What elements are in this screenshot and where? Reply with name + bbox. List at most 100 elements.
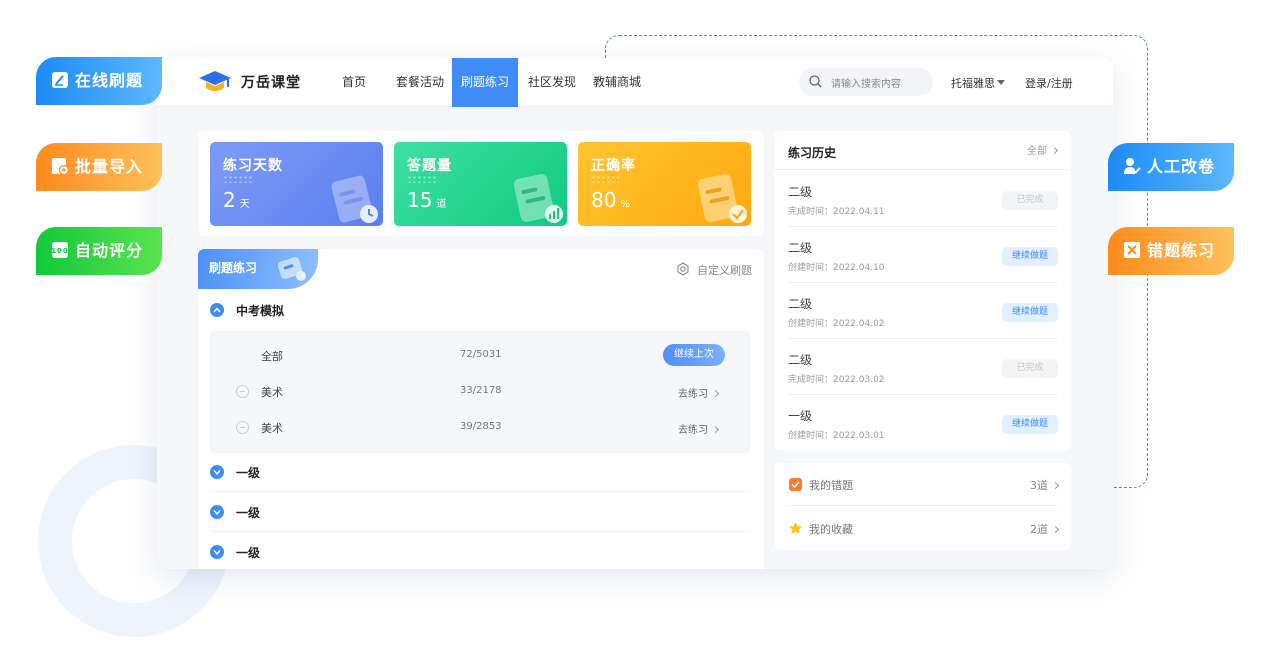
stat-value: 80% [591, 188, 630, 212]
feature-tag-online: 在线刷题 [36, 57, 162, 105]
caret-down-icon[interactable] [997, 80, 1005, 85]
stat-card-days[interactable]: 练习天数 2天 [210, 142, 383, 226]
stats-panel: 练习天数 2天 答题量 15 道 正确率 80 % [198, 131, 764, 236]
continue-button[interactable]: 继续做题 [1002, 303, 1058, 322]
feature-tag-label: 批量导入 [75, 157, 144, 176]
history-item[interactable]: 二级 完成时间：2022.03.02 已完成 [788, 339, 1058, 395]
dot-pattern [407, 175, 437, 183]
nav-packages[interactable]: 套餐活动 [391, 58, 449, 107]
mine-count: 3道 [1030, 477, 1060, 493]
x-box-icon [1124, 242, 1140, 258]
chevron-right-icon [711, 425, 720, 434]
history-time: 完成时间：2022.03.02 [788, 375, 885, 385]
wrong-book-icon [789, 478, 802, 491]
group-name: 一级 [236, 506, 261, 520]
group-row[interactable]: 一级 [210, 492, 750, 532]
feature-tag-wrong-practice: 错题练习 [1108, 227, 1234, 275]
calendar-clock-icon [331, 175, 378, 223]
minus-circle-icon[interactable] [236, 421, 249, 434]
history-item[interactable]: 二级 创建时间：2022.04.02 继续做题 [788, 283, 1058, 339]
sub-item-name: 全部 [261, 350, 283, 363]
feature-tag-label: 在线刷题 [75, 71, 144, 90]
document-check-icon [697, 174, 747, 223]
stat-title: 答题量 [407, 158, 452, 174]
stage: 万岳课堂 首页 套餐活动 刷题练习 社区发现 教辅商城 请输入搜索内容 托福雅思… [0, 0, 1281, 658]
nav-store[interactable]: 教辅商城 [588, 58, 646, 107]
sub-item-name: 美术 [261, 386, 283, 399]
history-item[interactable]: 二级 创建时间：2022.04.10 继续做题 [788, 227, 1058, 283]
search-box[interactable]: 请输入搜索内容 [799, 68, 933, 96]
history-level: 二级 [788, 297, 813, 311]
feature-tag-auto-score: 100 自动评分 [36, 227, 162, 275]
group-row[interactable]: 一级 [210, 452, 750, 492]
import-doc-icon [52, 158, 69, 175]
nav-community[interactable]: 社区发现 [523, 58, 581, 107]
feature-tag-import: 批量导入 [36, 143, 162, 191]
history-level: 二级 [788, 241, 813, 255]
history-all-link[interactable]: 全部 [1027, 142, 1059, 157]
sub-item-row[interactable]: 全部 72/5031 继续上次 [210, 338, 750, 374]
go-practice-link[interactable]: 去练习 [678, 385, 720, 400]
nav-practice[interactable]: 刷题练习 [452, 58, 518, 107]
mine-label: 我的错题 [809, 479, 853, 492]
sub-item-count: 72/5031 [460, 349, 502, 360]
history-item[interactable]: 二级 完成时间：2022.04.11 已完成 [788, 171, 1058, 227]
chevron-right-icon [711, 389, 720, 398]
chevron-down-icon[interactable] [210, 505, 224, 519]
stat-value: 2天 [223, 188, 250, 212]
history-title: 练习历史 [788, 146, 837, 160]
group-name: 一级 [236, 546, 261, 560]
search-icon [809, 75, 822, 88]
stat-card-answers[interactable]: 答题量 15 道 [394, 142, 567, 226]
score-100-icon: 100 [51, 242, 69, 258]
status-badge: 已完成 [1002, 191, 1058, 210]
nav-home[interactable]: 首页 [337, 58, 371, 107]
exam-type-select[interactable]: 托福雅思 [951, 75, 995, 91]
custom-practice-button[interactable]: 自定义刷题 [676, 262, 752, 278]
history-time: 创建时间：2022.04.02 [788, 319, 885, 329]
chevron-down-icon[interactable] [210, 545, 224, 559]
custom-practice-label: 自定义刷题 [697, 264, 752, 277]
group-name: 中考模拟 [236, 304, 285, 318]
my-wrong-questions-row[interactable]: 我的错题 3道 [788, 463, 1060, 506]
my-favorites-row[interactable]: 我的收藏 2道 [788, 507, 1060, 550]
group-name: 一级 [236, 466, 261, 480]
stat-title: 正确率 [591, 158, 636, 174]
continue-button[interactable]: 继续做题 [1002, 415, 1058, 434]
gear-icon [677, 262, 689, 276]
chevron-up-icon[interactable] [210, 303, 224, 317]
graduation-cap-logo-icon[interactable] [197, 69, 233, 95]
practice-tab[interactable]: 刷题练习 [198, 249, 318, 289]
practice-panel: 刷题练习 自定义刷题 中考模拟 全部 72/5031 继续上次 美术 33/21… [198, 249, 764, 569]
history-level: 一级 [788, 409, 813, 423]
brand-name[interactable]: 万岳课堂 [241, 72, 301, 92]
sub-item-row[interactable]: 美术 33/2178 去练习 [210, 374, 750, 410]
search-input[interactable]: 请输入搜索内容 [831, 75, 901, 90]
minus-circle-icon[interactable] [236, 385, 249, 398]
sub-item-count: 39/2853 [460, 421, 502, 432]
svg-text:100: 100 [51, 247, 69, 255]
notebook-icon [277, 257, 306, 281]
history-level: 二级 [788, 185, 813, 199]
login-link[interactable]: 登录/注册 [1025, 75, 1073, 91]
chevron-right-icon [1050, 146, 1059, 155]
feature-tag-manual-grading: 人工改卷 [1108, 143, 1234, 191]
dot-pattern [223, 175, 253, 183]
history-item[interactable]: 一级 创建时间：2022.03.01 继续做题 [788, 395, 1058, 451]
pencil-note-icon [52, 72, 68, 88]
group-row-open[interactable]: 中考模拟 [210, 290, 750, 330]
feature-tag-label: 人工改卷 [1147, 157, 1216, 176]
continue-button[interactable]: 继续做题 [1002, 247, 1058, 266]
divider [774, 169, 1071, 170]
user-edit-icon [1124, 158, 1141, 174]
go-practice-link[interactable]: 去练习 [678, 421, 720, 436]
app-window: 万岳课堂 首页 套餐活动 刷题练习 社区发现 教辅商城 请输入搜索内容 托福雅思… [157, 58, 1113, 569]
sub-item-row[interactable]: 美术 39/2853 去练习 [210, 410, 750, 446]
stat-card-accuracy[interactable]: 正确率 80% [578, 142, 751, 226]
history-time: 创建时间：2022.03.01 [788, 431, 885, 441]
group-row[interactable]: 一级 [210, 532, 750, 569]
status-badge: 已完成 [1002, 359, 1058, 378]
chevron-down-icon[interactable] [210, 465, 224, 479]
continue-last-button[interactable]: 继续上次 [663, 344, 725, 366]
sub-item-count: 33/2178 [460, 385, 502, 396]
